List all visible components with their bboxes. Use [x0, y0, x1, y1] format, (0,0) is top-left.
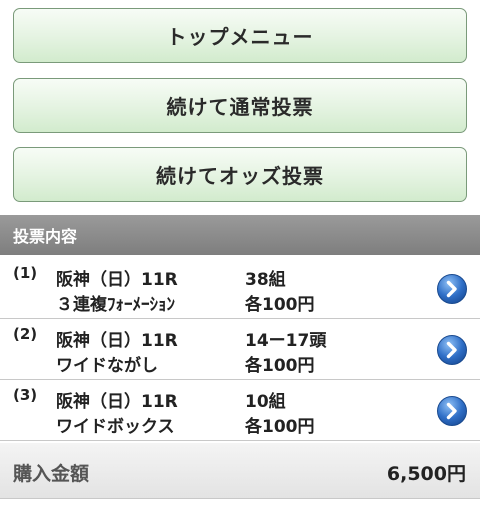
bet-row-2[interactable]: (2) 阪神（日）11R ワイドながし 14ー17頭 各100円 — [0, 319, 480, 380]
bet-row-3[interactable]: (3) 阪神（日）11R ワイドボックス 10組 各100円 — [0, 380, 480, 441]
continue-odds-vote-button[interactable]: 続けてオッズ投票 — [13, 147, 467, 202]
chevron-right-icon[interactable] — [436, 273, 468, 305]
bet-race: 阪神（日）11R — [56, 270, 178, 290]
bet-race: 阪神（日）11R — [56, 392, 178, 412]
bet-amount: 各100円 — [245, 417, 315, 437]
purchase-total-label: 購入金額 — [13, 463, 90, 485]
purchase-total-bar: 購入金額 6,500円 — [0, 443, 480, 499]
bet-type: ３連複ﾌｫｰﾒｰｼｮﾝ — [56, 295, 175, 315]
bet-row-1[interactable]: (1) 阪神（日）11R ３連複ﾌｫｰﾒｰｼｮﾝ 38組 各100円 — [0, 258, 480, 319]
bet-count: 10組 — [245, 392, 286, 412]
bet-count: 38組 — [245, 270, 286, 290]
continue-normal-vote-button[interactable]: 続けて通常投票 — [13, 78, 467, 133]
bet-index: (1) — [13, 264, 38, 282]
vote-contents-title: 投票内容 — [13, 227, 78, 246]
bet-type: ワイドながし — [56, 356, 158, 376]
bet-amount: 各100円 — [245, 295, 315, 315]
bet-count: 14ー17頭 — [245, 331, 327, 351]
bet-amount: 各100円 — [245, 356, 315, 376]
chevron-right-icon[interactable] — [436, 395, 468, 427]
bet-index: (2) — [13, 325, 38, 343]
vote-contents-header: 投票内容 — [0, 215, 480, 255]
bet-index: (3) — [13, 386, 38, 404]
top-menu-button[interactable]: トップメニュー — [13, 8, 467, 63]
purchase-total-value: 6,500円 — [386, 463, 466, 485]
bet-type: ワイドボックス — [56, 417, 175, 437]
chevron-right-icon[interactable] — [436, 334, 468, 366]
bet-race: 阪神（日）11R — [56, 331, 178, 351]
